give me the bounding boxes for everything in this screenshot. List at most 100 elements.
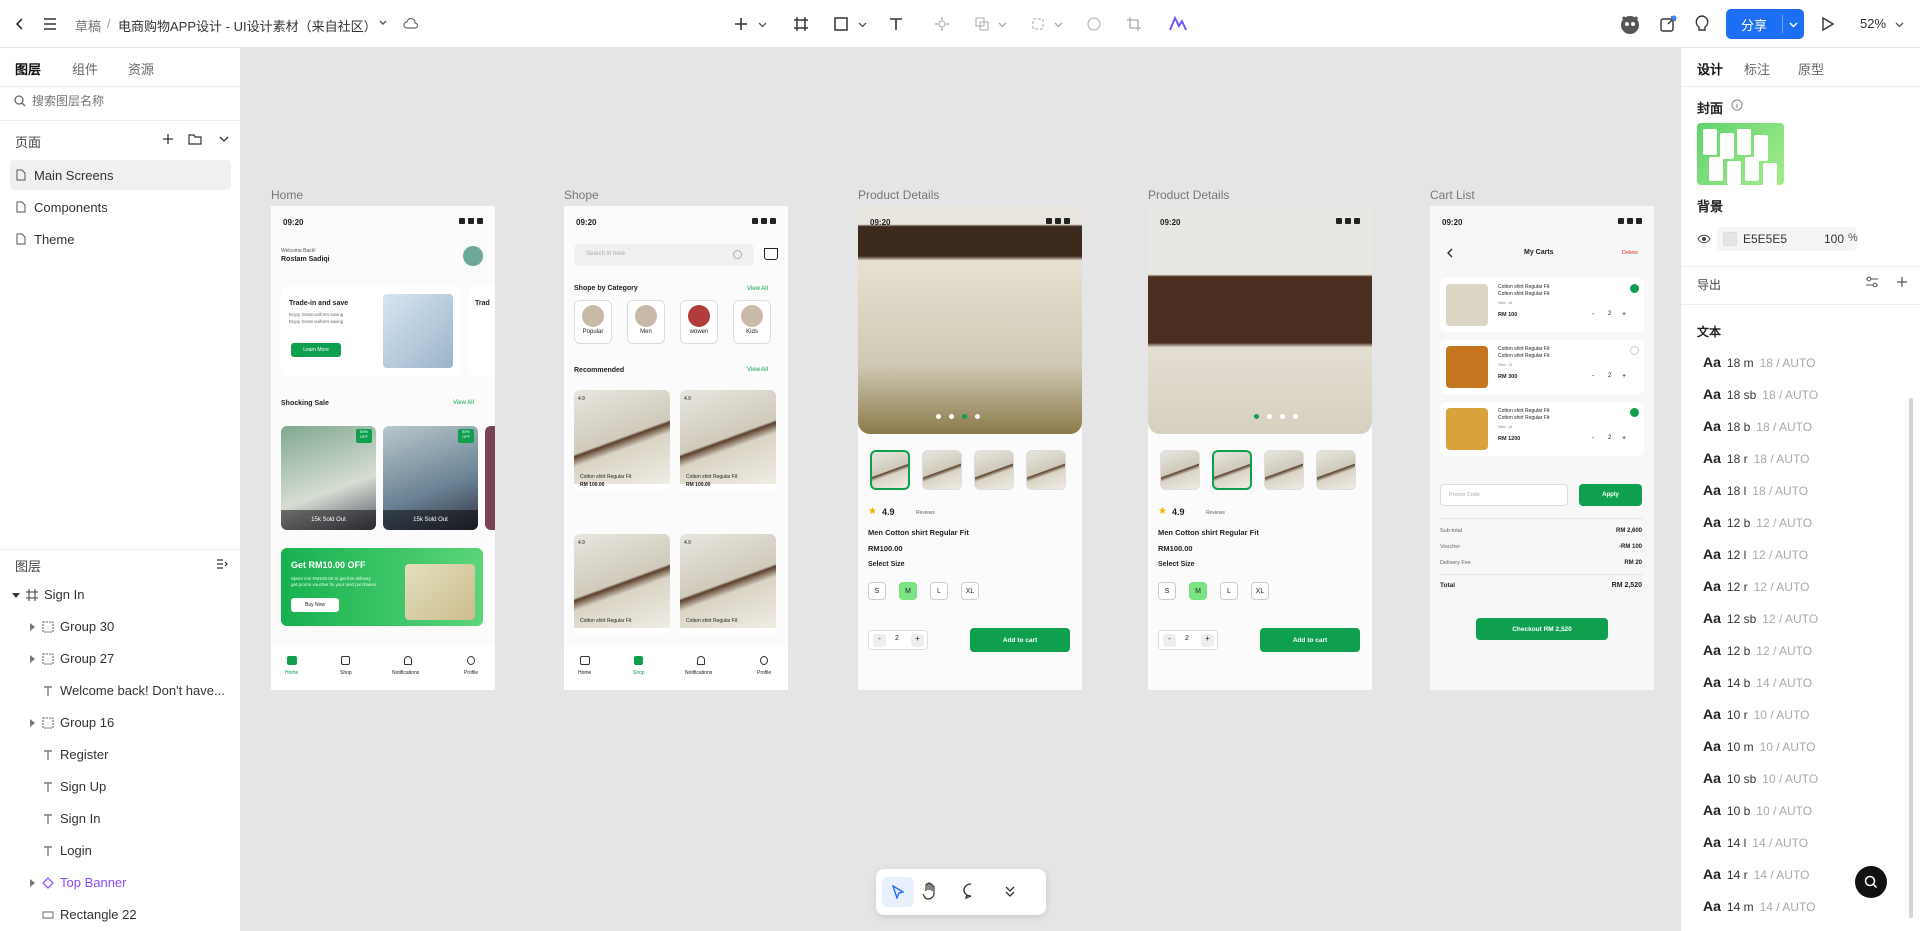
file-title[interactable]: 电商购物APP设计 - UI设计素材（来自社区）	[118, 16, 377, 35]
cover-thumbnail[interactable]	[1697, 123, 1784, 185]
back-icon[interactable]	[1446, 248, 1454, 258]
tab-annotate[interactable]: 标注	[1744, 59, 1770, 78]
tab-prototype[interactable]: 原型	[1798, 59, 1824, 78]
color-swatch[interactable]	[1723, 232, 1737, 246]
lightbulb-icon[interactable]	[1691, 13, 1713, 35]
reviews-label[interactable]: Reviews	[916, 510, 935, 516]
search-bar[interactable]: Search in here	[574, 244, 754, 266]
back-icon[interactable]	[10, 14, 30, 34]
share-button[interactable]: 分享	[1726, 9, 1804, 39]
hand-tool-icon[interactable]	[922, 882, 938, 900]
chevron-down-icon[interactable]	[376, 16, 390, 30]
text-style-item[interactable]: Aa 18 r 18 / AUTO	[1703, 450, 1809, 466]
bag-icon[interactable]	[341, 656, 350, 665]
home-icon[interactable]	[287, 656, 297, 665]
frame-label-home[interactable]: Home	[271, 188, 303, 202]
bag-icon[interactable]	[634, 656, 643, 665]
nav-shop[interactable]: Shop	[633, 670, 645, 676]
comment-icon[interactable]	[962, 883, 980, 899]
chevron-down-icon[interactable]	[1783, 20, 1804, 29]
carousel-dots[interactable]	[936, 414, 980, 419]
product-card[interactable]: 4.9 Cotton shirt Regular Fit RM 100.00	[680, 390, 776, 490]
home-icon[interactable]	[580, 656, 590, 665]
text-style-item[interactable]: Aa 18 l 18 / AUTO	[1703, 482, 1808, 498]
add-to-cart-button[interactable]: Add to cart	[1260, 628, 1360, 652]
nav-home[interactable]: Home	[578, 670, 591, 676]
chevron-down-icon[interactable]	[1052, 17, 1064, 31]
bell-icon[interactable]	[697, 656, 705, 665]
move-icon[interactable]	[931, 13, 953, 35]
trade-in-banner-2[interactable]: Trad	[469, 286, 495, 376]
tab-components[interactable]: 组件	[72, 59, 98, 78]
share-link-icon[interactable]	[1657, 13, 1679, 35]
tab-assets[interactable]: 资源	[128, 59, 154, 78]
chevron-down-icon[interactable]	[856, 17, 868, 31]
product-card[interactable]: 4.9 Cotton shirt Regular Fit RM 100.00	[574, 390, 670, 490]
cart-frame[interactable]: 09:20 My Carts Delete Cotton shirt Regul…	[1430, 206, 1654, 690]
add-export-icon[interactable]	[1896, 276, 1908, 288]
profile-icon[interactable]	[467, 656, 475, 665]
text-style-item[interactable]: Aa 12 r 12 / AUTO	[1703, 578, 1809, 594]
layer-row[interactable]: Group 30	[0, 611, 240, 643]
product-card[interactable]: 4.9 Cotton shirt Regular Fit	[574, 534, 670, 634]
size-option[interactable]: L	[930, 582, 948, 600]
text-style-item[interactable]: Aa 14 r 14 / AUTO	[1703, 866, 1809, 882]
layer-row[interactable]: Top Banner	[0, 867, 240, 899]
thumbnail[interactable]	[870, 450, 910, 490]
text-style-item[interactable]: Aa 10 sb 10 / AUTO	[1703, 770, 1818, 786]
layer-search-input[interactable]	[32, 91, 232, 111]
view-all-link[interactable]: View All	[747, 367, 768, 373]
view-all-link[interactable]: View All	[747, 286, 768, 292]
tab-design[interactable]: 设计	[1697, 59, 1723, 78]
increase-button[interactable]: +	[1201, 634, 1214, 647]
layer-row[interactable]: Group 16	[0, 707, 240, 739]
delete-link[interactable]: Delete	[1622, 250, 1638, 256]
nav-profile[interactable]: Profile	[464, 670, 478, 676]
apply-button[interactable]: Apply	[1579, 484, 1642, 506]
promo-banner[interactable]: Get RM10.00 OFF Spent min RM100.00 to ge…	[281, 548, 483, 626]
nav-shop[interactable]: Shop	[340, 670, 352, 676]
decrease-button[interactable]: -	[873, 634, 886, 647]
sale-card[interactable]: 50% OFF 15k Sold Out	[383, 426, 478, 530]
add-page-icon[interactable]	[160, 131, 176, 147]
text-tool-icon[interactable]	[885, 13, 907, 35]
size-option[interactable]: L	[1220, 582, 1238, 600]
increase-button[interactable]: +	[1622, 373, 1626, 380]
zoom-level[interactable]: 52%	[1860, 16, 1886, 31]
category-women[interactable]: wowen	[680, 300, 718, 344]
quantity-value[interactable]: 2	[895, 635, 899, 642]
nav-notifications[interactable]: Notifications	[392, 670, 419, 676]
caret-right-icon[interactable]	[28, 623, 36, 631]
more-tools-icon[interactable]	[1004, 885, 1016, 897]
text-style-item[interactable]: Aa 10 b 10 / AUTO	[1703, 802, 1812, 818]
chevron-down-icon[interactable]	[996, 17, 1008, 31]
layer-row[interactable]: Welcome back! Don't have...	[0, 675, 240, 707]
quantity-value[interactable]: 2	[1608, 311, 1611, 317]
chevron-down-icon[interactable]	[1893, 18, 1905, 30]
text-style-item[interactable]: Aa 10 m 10 / AUTO	[1703, 738, 1815, 754]
page-item-theme[interactable]: Theme	[10, 224, 231, 254]
export-settings-icon[interactable]	[1865, 276, 1879, 288]
size-option[interactable]: S	[1158, 582, 1176, 600]
checkout-button[interactable]: Checkout RM 2,520	[1476, 618, 1608, 640]
home-frame[interactable]: 09:20 Welcome Back! Rostam Sadiqi Trade-…	[271, 206, 495, 690]
thumbnail[interactable]	[1212, 450, 1252, 490]
thumbnail[interactable]	[1264, 450, 1304, 490]
layer-row[interactable]: Sign Up	[0, 771, 240, 803]
thumbnail[interactable]	[974, 450, 1014, 490]
sale-card[interactable]: 50% OFF 15k Sold Out	[281, 426, 376, 530]
product-details-frame[interactable]: 09:20 ★ 4.9 Reviews Men Cotton shirt Reg…	[1148, 206, 1372, 690]
search-icon[interactable]	[733, 250, 742, 259]
category-popular[interactable]: Popular	[574, 300, 612, 344]
frame-label-details-1[interactable]: Product Details	[858, 188, 939, 202]
cart-item[interactable]: Cotton shirt Regular Fit Cotton shirt Re…	[1440, 340, 1644, 394]
layer-row[interactable]: Group 27	[0, 643, 240, 675]
layer-row[interactable]: Register	[0, 739, 240, 771]
text-style-item[interactable]: Aa 14 b 14 / AUTO	[1703, 674, 1812, 690]
frame-label-cart[interactable]: Cart List	[1430, 188, 1475, 202]
learn-more-button[interactable]: Learn More	[291, 343, 341, 357]
quantity-value[interactable]: 2	[1608, 435, 1611, 441]
carousel-dots[interactable]	[1254, 414, 1298, 419]
text-style-item[interactable]: Aa 18 sb 18 / AUTO	[1703, 386, 1818, 402]
select-checkbox[interactable]	[1630, 408, 1639, 417]
